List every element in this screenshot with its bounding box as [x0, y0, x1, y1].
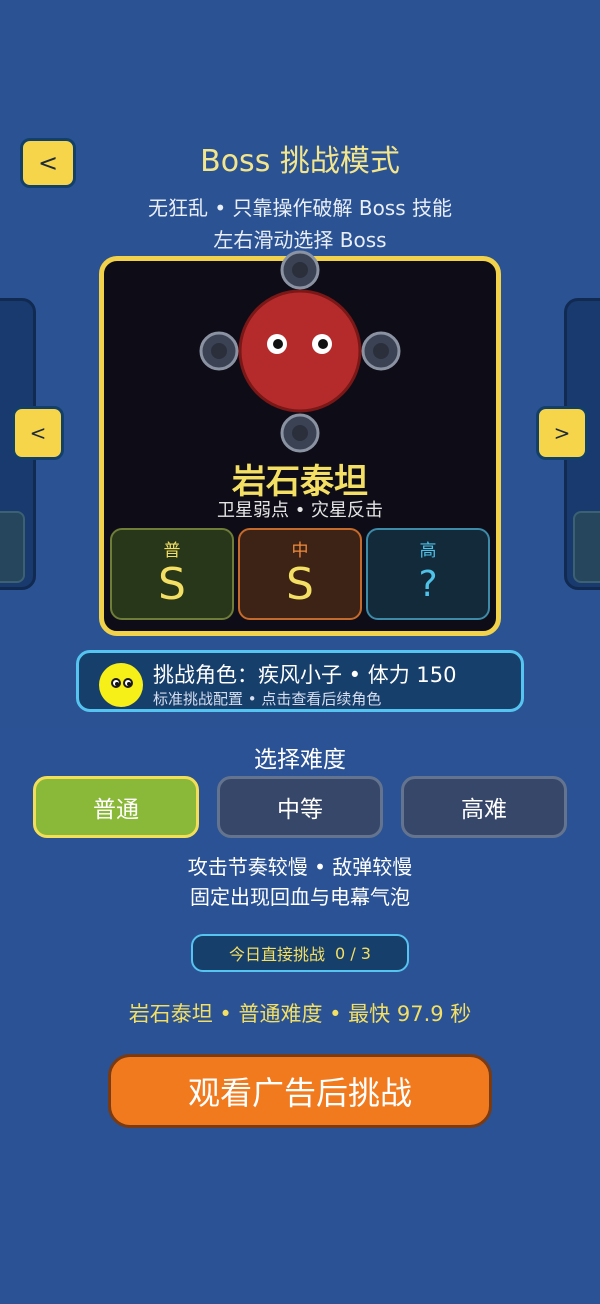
- satellite-orb-left: [199, 331, 239, 371]
- boss-body: [238, 289, 362, 413]
- grade-normal-label: 普: [163, 541, 181, 561]
- difficulty-normal-button[interactable]: 普通: [33, 776, 199, 838]
- next-boss-button[interactable]: >: [536, 406, 588, 460]
- boss-tags: 卫星弱点 • 灾星反击: [216, 500, 384, 521]
- daily-challenge-counter: 今日直接挑战 0 / 3: [191, 934, 409, 972]
- grade-medium: 中 S: [238, 528, 362, 620]
- watch-ad-challenge-button[interactable]: 观看广告后挑战: [108, 1054, 492, 1128]
- satellite-orb-top: [280, 250, 320, 290]
- mode-description: 无狂乱 • 只靠操作破解 Boss 技能: [147, 196, 453, 220]
- difficulty-desc-line1: 攻击节奏较慢 • 敌弹较慢: [187, 855, 413, 879]
- daily-challenge-label: 今日直接挑战: [229, 945, 326, 964]
- grade-normal-value: S: [158, 559, 186, 610]
- grade-hard-label: 高: [419, 541, 437, 561]
- grade-medium-value: S: [286, 559, 314, 610]
- boss-illustration: [199, 250, 401, 453]
- avatar-eye-left: [111, 678, 121, 688]
- prev-boss-button[interactable]: <: [12, 406, 64, 460]
- challenger-avatar: [99, 663, 143, 707]
- satellite-orb-bottom: [280, 413, 320, 453]
- grade-normal: 普 S: [110, 528, 234, 620]
- best-record: 岩石泰坦 • 普通难度 • 最快 97.9 秒: [128, 1002, 472, 1026]
- grade-medium-label: 中: [291, 541, 309, 561]
- difficulty-desc-line2: 固定出现回血与电幕气泡: [190, 885, 410, 909]
- challenger-info: 挑战角色：疾风小子 • 体力 150: [153, 663, 457, 687]
- grade-hard-value: ?: [418, 564, 438, 605]
- avatar-eye-right: [123, 678, 133, 688]
- challenger-hint: 标准挑战配置 • 点击查看后续角色: [153, 690, 382, 708]
- grade-hard: 高 ?: [366, 528, 490, 620]
- difficulty-medium-button[interactable]: 中等: [217, 776, 383, 838]
- challenger-panel[interactable]: 挑战角色：疾风小子 • 体力 150 标准挑战配置 • 点击查看后续角色: [76, 650, 524, 712]
- difficulty-hard-button[interactable]: 高难: [401, 776, 567, 838]
- page-title: Boss 挑战模式: [200, 144, 400, 179]
- satellite-orb-right: [361, 331, 401, 371]
- difficulty-title: 选择难度: [254, 747, 346, 773]
- daily-challenge-count: 0 / 3: [335, 943, 371, 963]
